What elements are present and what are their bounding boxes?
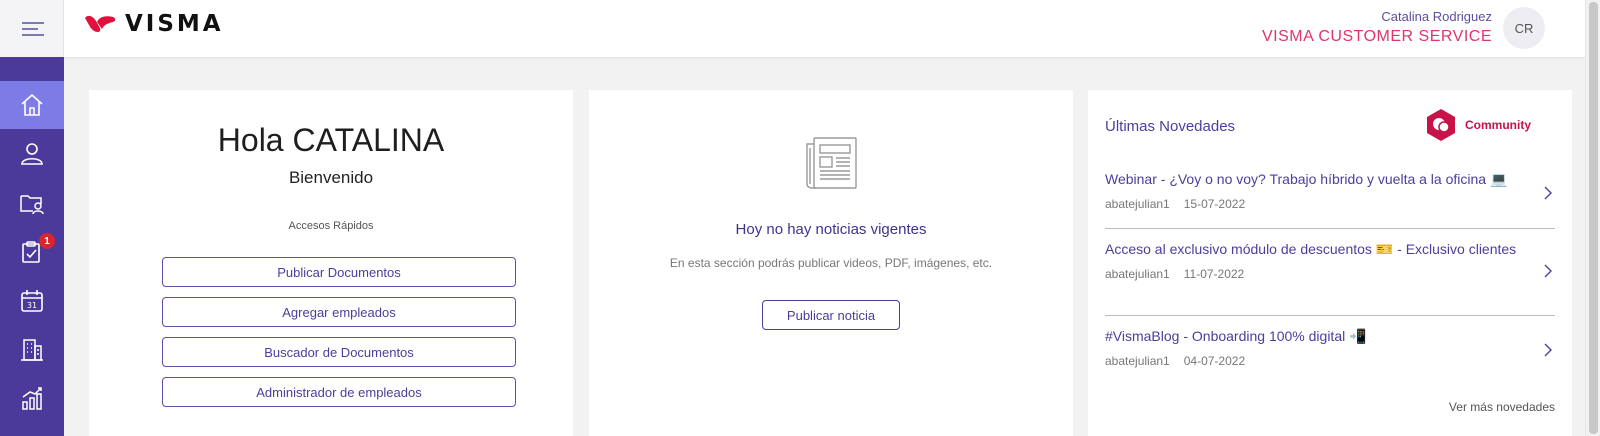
svg-text:31: 31	[27, 301, 37, 310]
chevron-right-icon	[1544, 186, 1552, 200]
welcome-subtitle: Bienvenido	[288, 168, 374, 187]
notification-badge: 1	[39, 233, 55, 249]
news-item-title: #VismaBlog - Onboarding 100% digital 📲	[1105, 328, 1367, 344]
news-item-author: abatejulian1	[1105, 197, 1170, 211]
sidebar-item-reports[interactable]	[0, 375, 64, 423]
no-news-title: Hoy no hay noticias vigentes	[735, 221, 927, 238]
see-more-link[interactable]: Ver más novedades	[1449, 400, 1555, 414]
sidebar-item-home[interactable]	[0, 81, 64, 129]
news-item-meta: abatejulian1 11-07-2022	[1105, 267, 1555, 281]
chart-icon	[22, 387, 42, 410]
news-card: Hoy no hay noticias vigentes En esta sec…	[589, 90, 1073, 436]
sidebar-item-documents[interactable]	[0, 179, 64, 227]
news-item-title: Acceso al exclusivo módulo de descuentos…	[1105, 241, 1517, 257]
divider	[1105, 228, 1555, 229]
calendar-icon: 31	[21, 290, 43, 312]
scrollbar[interactable]	[1585, 0, 1600, 436]
chevron-right-icon	[1544, 264, 1552, 278]
user-icon	[21, 143, 43, 165]
logo-text: VISMA	[125, 11, 224, 37]
user-organization: VISMA CUSTOMER SERVICE	[1261, 28, 1492, 45]
add-employees-button[interactable]: Agregar empleados	[162, 297, 516, 327]
user-info[interactable]: Catalina Rodriguez VISMA CUSTOMER SERVIC…	[1262, 9, 1492, 46]
news-item-meta: abatejulian1 15-07-2022	[1105, 197, 1555, 211]
visma-logo-icon	[85, 15, 116, 33]
hamburger-menu-icon[interactable]	[22, 21, 44, 37]
welcome-card: Hola CATALINA Bienvenido Accesos Rápidos…	[89, 90, 573, 436]
top-bar: VISMA Catalina Rodriguez VISMA CUSTOMER …	[0, 0, 1585, 57]
community-logo-icon	[1427, 109, 1455, 141]
greeting-title: Hola CATALINA	[217, 122, 445, 158]
newspaper-icon	[806, 137, 857, 189]
news-description: En esta sección podrás publicar videos, …	[669, 256, 993, 270]
scrollbar-thumb[interactable]	[1589, 2, 1598, 434]
sidebar-item-company[interactable]	[0, 326, 64, 374]
news-item-title: Webinar - ¿Voy o no voy? Trabajo híbrido…	[1105, 171, 1508, 187]
building-icon	[21, 339, 43, 361]
employee-admin-button[interactable]: Administrador de empleados	[162, 377, 516, 407]
list-item[interactable]: #VismaBlog - Onboarding 100% digital 📲 a…	[1105, 328, 1555, 368]
sidebar-item-tasks[interactable]: 1	[0, 228, 64, 276]
publish-news-button[interactable]: Publicar noticia	[762, 300, 900, 330]
news-item-date: 15-07-2022	[1183, 197, 1246, 211]
news-item-meta: abatejulian1 04-07-2022	[1105, 354, 1555, 368]
community-label: Community	[1465, 118, 1531, 132]
quick-access-title: Accesos Rápidos	[288, 220, 374, 232]
divider	[1105, 315, 1555, 316]
sidebar-item-profile[interactable]	[0, 130, 64, 178]
visma-logo[interactable]: VISMA	[83, 11, 224, 37]
publish-documents-button[interactable]: Publicar Documentos	[162, 257, 516, 287]
folder-user-icon	[20, 195, 44, 215]
menu-zone	[0, 0, 64, 57]
sidebar-item-calendar[interactable]: 31	[0, 277, 64, 325]
community-link[interactable]: Community	[1425, 108, 1531, 142]
news-item-author: abatejulian1	[1105, 267, 1170, 281]
user-name: Catalina Rodriguez	[1381, 9, 1492, 24]
document-search-button[interactable]: Buscador de Documentos	[162, 337, 516, 367]
sidebar: 1 31	[0, 57, 64, 436]
news-item-author: abatejulian1	[1105, 354, 1170, 368]
avatar[interactable]: CR	[1503, 7, 1545, 49]
chevron-right-icon	[1544, 343, 1552, 357]
updates-title: Últimas Novedades	[1105, 118, 1236, 135]
news-item-date: 04-07-2022	[1183, 354, 1246, 368]
list-item[interactable]: Acceso al exclusivo módulo de descuentos…	[1105, 241, 1555, 281]
updates-card: Últimas Novedades Community Webinar - ¿V…	[1088, 90, 1572, 436]
list-item[interactable]: Webinar - ¿Voy o no voy? Trabajo híbrido…	[1105, 171, 1555, 211]
home-icon	[21, 93, 43, 116]
news-item-date: 11-07-2022	[1183, 267, 1245, 281]
